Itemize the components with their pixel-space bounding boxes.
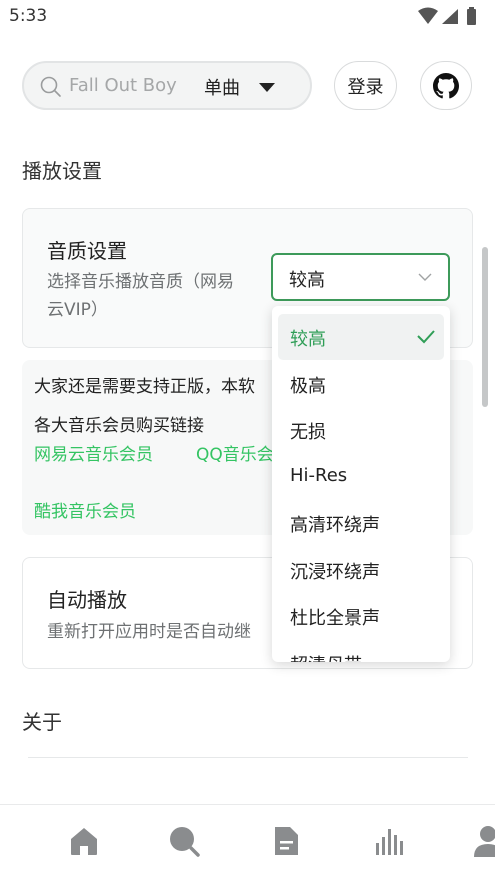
- status-time: 5:33: [9, 6, 48, 26]
- github-icon: [433, 72, 459, 98]
- search-icon: [170, 827, 200, 857]
- dropdown-option-label: 高清环绕声: [290, 515, 380, 536]
- notice-line2: 各大音乐会员购买链接: [34, 416, 204, 436]
- section-title-about: 关于: [22, 710, 62, 734]
- dropdown-option[interactable]: Hi-Res: [278, 454, 444, 500]
- autoplay-title: 自动播放: [47, 588, 127, 612]
- dropdown-option[interactable]: 杜比全景声: [278, 593, 444, 639]
- dropdown-option-label: 无损: [290, 422, 326, 443]
- github-button[interactable]: [420, 61, 472, 110]
- dropdown-option[interactable]: 较高: [278, 314, 444, 360]
- quality-title: 音质设置: [47, 239, 127, 263]
- link-qq-vip[interactable]: QQ音乐会: [196, 440, 274, 465]
- dropdown-option-label: 沉浸环绕声: [290, 562, 380, 583]
- search-type-select[interactable]: 单曲: [204, 74, 240, 100]
- status-bar: 5:33: [0, 0, 495, 34]
- check-icon: [417, 330, 435, 344]
- dropdown-option[interactable]: 沉浸环绕声: [278, 547, 444, 593]
- section-title-playback: 播放设置: [22, 159, 102, 183]
- status-icons: [415, 6, 485, 28]
- dropdown-option-label: 较高: [290, 329, 326, 350]
- dropdown-option[interactable]: 超清母带: [278, 640, 444, 662]
- search-bar[interactable]: Fall Out Boy 单曲: [22, 61, 312, 110]
- signal-icon: [442, 9, 458, 24]
- link-netease-vip[interactable]: 网易云音乐会员: [34, 440, 153, 465]
- chevron-down-icon: [418, 273, 432, 281]
- home-icon: [71, 828, 97, 855]
- nav-charts[interactable]: [372, 823, 412, 863]
- nav-search[interactable]: [166, 823, 206, 863]
- nav-user[interactable]: [470, 823, 495, 863]
- search-icon: [40, 76, 61, 97]
- wifi-icon: [418, 7, 438, 24]
- battery-icon: [467, 7, 476, 25]
- quality-select[interactable]: 较高: [271, 253, 450, 301]
- dropdown-option-label: 极高: [290, 376, 326, 397]
- notice-line1: 大家还是需要支持正版，本软: [34, 377, 255, 397]
- bottom-nav: [0, 804, 495, 881]
- document-icon: [275, 827, 298, 855]
- link-kuwo-vip[interactable]: 酷我音乐会员: [34, 497, 136, 522]
- dropdown-option[interactable]: 无损: [278, 407, 444, 453]
- quality-dropdown-menu: 较高 极高 无损 Hi-Res 高清环绕声 沉浸环绕声 杜比全景声 超清母带: [272, 306, 450, 662]
- login-button[interactable]: 登录: [334, 61, 397, 110]
- dropdown-option-label: 杜比全景声: [290, 608, 380, 629]
- search-placeholder[interactable]: Fall Out Boy: [69, 75, 177, 96]
- nav-home[interactable]: [66, 823, 106, 863]
- dropdown-option-label: 超清母带: [290, 651, 362, 662]
- autoplay-desc: 重新打开应用时是否自动继: [47, 622, 251, 642]
- dropdown-option-label: Hi-Res: [290, 465, 348, 486]
- user-icon: [474, 826, 495, 857]
- scrollbar[interactable]: [482, 247, 488, 407]
- caret-down-icon[interactable]: [258, 81, 276, 93]
- chart-icon: [376, 829, 403, 855]
- quality-desc-line1: 选择音乐播放音质（网易: [47, 272, 234, 292]
- dropdown-option[interactable]: 极高: [278, 361, 444, 407]
- quality-select-value: 较高: [289, 270, 325, 291]
- nav-playlist[interactable]: [268, 823, 308, 863]
- about-card-edge: [28, 757, 468, 758]
- dropdown-option[interactable]: 高清环绕声: [278, 500, 444, 546]
- quality-desc-line2: 云VIP）: [47, 300, 108, 320]
